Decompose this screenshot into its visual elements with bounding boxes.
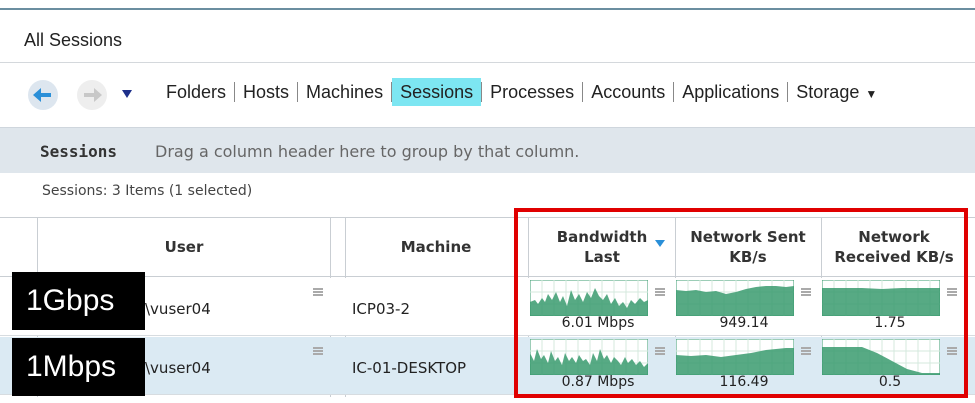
tab-sessions[interactable]: Sessions bbox=[392, 78, 482, 106]
group-panel-title: Sessions bbox=[40, 142, 118, 161]
user-cell: \vuser04 bbox=[145, 300, 211, 318]
column-header-user[interactable]: User bbox=[38, 218, 330, 276]
tab-applications[interactable]: Applications bbox=[674, 78, 787, 106]
tab-machines[interactable]: Machines bbox=[298, 78, 391, 106]
tab-storage-label: Storage bbox=[796, 82, 860, 102]
drag-handle-icon[interactable] bbox=[313, 347, 323, 355]
tab-hosts[interactable]: Hosts bbox=[235, 78, 297, 106]
drag-handle-icon[interactable] bbox=[313, 288, 323, 296]
highlight-box bbox=[514, 208, 968, 398]
column-header-machine[interactable]: Machine bbox=[346, 218, 526, 276]
arrow-left-icon bbox=[33, 88, 51, 102]
title-bar: All Sessions bbox=[0, 10, 975, 63]
annotation-label-1mbps: 1Mbps bbox=[12, 338, 145, 396]
machine-cell: IC-01-DESKTOP bbox=[352, 359, 467, 377]
annotation-label-1gbps: 1Gbps bbox=[12, 272, 145, 330]
tab-strip: Folders Hosts Machines Sessions Processe… bbox=[158, 78, 885, 106]
navigation-bar: Folders Hosts Machines Sessions Processe… bbox=[0, 64, 975, 126]
triangle-down-icon[interactable] bbox=[121, 89, 133, 99]
column-header-user-label: User bbox=[164, 238, 204, 256]
tab-storage[interactable]: Storage ▼ bbox=[788, 78, 885, 106]
tab-folders[interactable]: Folders bbox=[158, 78, 234, 106]
caret-down-icon: ▼ bbox=[865, 87, 878, 101]
user-cell: \vuser04 bbox=[145, 359, 211, 377]
forward-button[interactable] bbox=[77, 80, 107, 110]
group-panel-hint: Drag a column header here to group by th… bbox=[155, 142, 580, 161]
tab-accounts[interactable]: Accounts bbox=[583, 78, 673, 106]
back-button[interactable] bbox=[28, 80, 58, 110]
tab-processes[interactable]: Processes bbox=[482, 78, 582, 106]
window-title: All Sessions bbox=[24, 30, 123, 50]
column-header-machine-label: Machine bbox=[400, 238, 472, 256]
item-count: Sessions: 3 Items (1 selected) bbox=[42, 183, 253, 199]
machine-cell: ICP03-2 bbox=[352, 300, 410, 318]
arrow-right-icon bbox=[84, 88, 102, 102]
group-by-panel[interactable]: Sessions Drag a column header here to gr… bbox=[0, 127, 975, 173]
